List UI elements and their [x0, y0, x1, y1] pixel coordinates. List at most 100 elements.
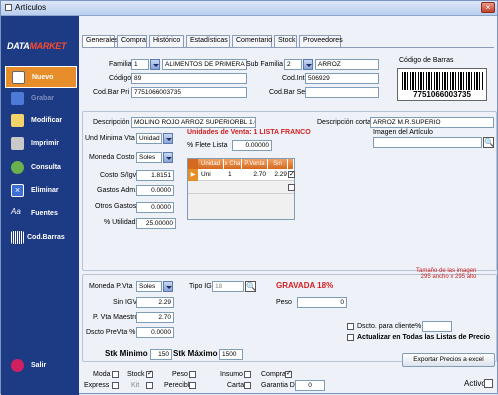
row-selector-icon: ▶ — [188, 169, 198, 181]
barcode-number: 7751066003735 — [413, 90, 471, 99]
kit-label: Kit — [131, 382, 140, 389]
comprar-checkbox[interactable] — [285, 369, 292, 378]
kit-checkbox[interactable] — [146, 382, 153, 389]
exportar-excel-button[interactable]: Exportar Precios a excel — [402, 353, 495, 367]
title-bar: Artículos × — [1, 1, 497, 16]
cell-unidad: Uni — [201, 171, 211, 178]
flete-input[interactable]: 0.00000 — [232, 140, 272, 151]
table-row[interactable]: ▶ Uni 1 2.70 2.29 — [188, 169, 295, 181]
garantia-input[interactable]: 0 — [295, 380, 325, 391]
window-icon — [5, 4, 12, 11]
stk-min-input[interactable]: 150 — [150, 349, 172, 360]
tab-proveedores[interactable]: Proveedores — [299, 35, 343, 47]
grabar-button[interactable]: Grabar — [5, 88, 77, 110]
row-checkbox[interactable] — [288, 184, 295, 191]
dscto-cliente-input[interactable] — [422, 321, 452, 332]
cell-sinigv: 2.29 — [274, 171, 287, 178]
moneda-pvta-select[interactable]: Soles — [136, 281, 162, 292]
descripcion-input[interactable]: MOLINO ROJO ARROZ SUPERIORBL 1.00 KG — [131, 117, 256, 128]
barcode-icon — [11, 231, 24, 244]
subfamilia-dropdown[interactable] — [303, 59, 313, 70]
printer-icon — [11, 137, 24, 150]
dscto-cliente-checkbox[interactable] — [347, 323, 354, 330]
grid-header-sinigv: Sin IGV — [268, 159, 288, 177]
fuentes-button[interactable]: Aa Fuentes — [5, 203, 77, 225]
sin-igv-input[interactable]: 2.29 — [136, 297, 174, 308]
actualizar-label: Actualizar en Todas las Listas de Precio — [357, 334, 490, 341]
tab-historico[interactable]: Histórico — [149, 35, 184, 47]
codint-input[interactable]: 506929 — [305, 73, 379, 84]
stk-max-input[interactable]: 1500 — [219, 349, 243, 360]
imprimir-button[interactable]: Imprimir — [5, 133, 77, 155]
moda-checkbox[interactable] — [112, 371, 119, 378]
codigo-input[interactable]: 89 — [131, 73, 247, 84]
insumo-checkbox[interactable] — [244, 371, 251, 378]
utilidad-input[interactable]: 25.00000 — [136, 218, 176, 229]
grid-corner — [188, 159, 198, 169]
familia-label: Familia — [109, 61, 132, 68]
familia-code-input[interactable]: 1 — [131, 59, 149, 70]
moneda-pvta-dropdown[interactable] — [163, 281, 173, 292]
tab-divider — [82, 47, 494, 48]
font-icon: Aa — [11, 207, 21, 216]
gastos-label: Gastos Adm. — [97, 187, 138, 194]
tipo-igv-search-icon[interactable]: 🔍 — [245, 281, 256, 292]
tipo-igv-input[interactable]: 18 — [212, 281, 244, 292]
gastos-input[interactable]: 0.0000 — [136, 185, 174, 196]
tab-comentario[interactable]: Comentario — [232, 35, 272, 47]
tamano-note: Tamaño de las imagen 295 ancho x 295 alt… — [416, 268, 477, 280]
save-icon — [11, 92, 24, 105]
corta-input[interactable]: ARROZ M.R.SUPERIO — [370, 117, 494, 128]
pvta-maestro-input[interactable]: 2.70 — [136, 312, 174, 323]
browse-image-icon[interactable]: 🔍 — [483, 137, 494, 148]
perecible-checkbox[interactable] — [189, 382, 196, 389]
subfamilia-code-input[interactable]: 2 — [284, 59, 302, 70]
stk-min-label: Stk Minimo — [105, 349, 148, 358]
cell-pventa: 2.70 — [253, 171, 266, 178]
row-checkbox[interactable] — [288, 169, 295, 181]
pvta-maestro-label: P. Vta Maestro — [93, 314, 139, 321]
peso-input[interactable]: 0 — [297, 297, 347, 308]
moneda-costo-dropdown[interactable] — [163, 152, 173, 163]
express-checkbox[interactable] — [112, 382, 119, 389]
consulta-button[interactable]: Consulta — [5, 157, 77, 179]
costo-input[interactable]: 1.8151 — [136, 170, 174, 181]
express-label: Express — [84, 382, 110, 389]
codbarsec-input[interactable] — [305, 87, 379, 98]
codbarpri-input[interactable]: 7751066003735 — [131, 87, 247, 98]
salir-button[interactable]: Salir — [5, 355, 77, 377]
imagen-path-input[interactable] — [373, 137, 482, 148]
barcode-image: 7751066003735 — [397, 68, 487, 101]
actualizar-checkbox[interactable] — [347, 334, 354, 341]
peso-checkbox[interactable] — [189, 371, 196, 378]
otros-input[interactable]: 0.0000 — [136, 202, 174, 213]
unidad-dropdown[interactable] — [163, 133, 173, 144]
carta-checkbox[interactable] — [244, 382, 251, 389]
grid-header-check — [288, 159, 294, 169]
unidad-label: Und Minima Vta — [85, 135, 135, 142]
table-row[interactable] — [188, 182, 295, 194]
moneda-costo-select[interactable]: Soles — [136, 152, 162, 163]
activo-checkbox[interactable] — [484, 379, 493, 388]
datamarket-logo: DATAMARKET — [7, 41, 67, 51]
eliminar-button[interactable]: × Eliminar — [5, 180, 77, 202]
tab-stock[interactable]: Stock — [274, 35, 297, 47]
tab-compra[interactable]: Compra — [117, 35, 147, 47]
query-icon — [11, 161, 24, 174]
tab-estadisticas[interactable]: Estadísticas — [186, 35, 230, 47]
dscto-input[interactable]: 0.0000 — [136, 327, 174, 338]
grid-header-unidad: Unidad — [198, 159, 224, 169]
familia-name-input[interactable]: ALIMENTOS DE PRIMERA — [162, 59, 247, 70]
barcode-title: Código de Barras — [399, 57, 454, 64]
unidades-venta-title: Unidades de Venta: 1 LISTA FRANCO — [187, 129, 311, 136]
insumo-label: Insumo — [220, 371, 243, 378]
familia-dropdown[interactable] — [150, 59, 160, 70]
codbarras-button[interactable]: Cod.Barras — [5, 227, 77, 249]
modificar-button[interactable]: Modificar — [5, 110, 77, 132]
articulos-window: Artículos × DATAMARKET Nuevo Grabar Modi… — [0, 0, 498, 395]
stock-checkbox[interactable] — [146, 369, 153, 378]
close-button[interactable]: × — [481, 2, 495, 13]
subfamilia-name-input[interactable]: ARROZ — [315, 59, 379, 70]
unidad-select[interactable]: Unidad — [136, 133, 162, 144]
nuevo-button[interactable]: Nuevo — [5, 66, 77, 88]
